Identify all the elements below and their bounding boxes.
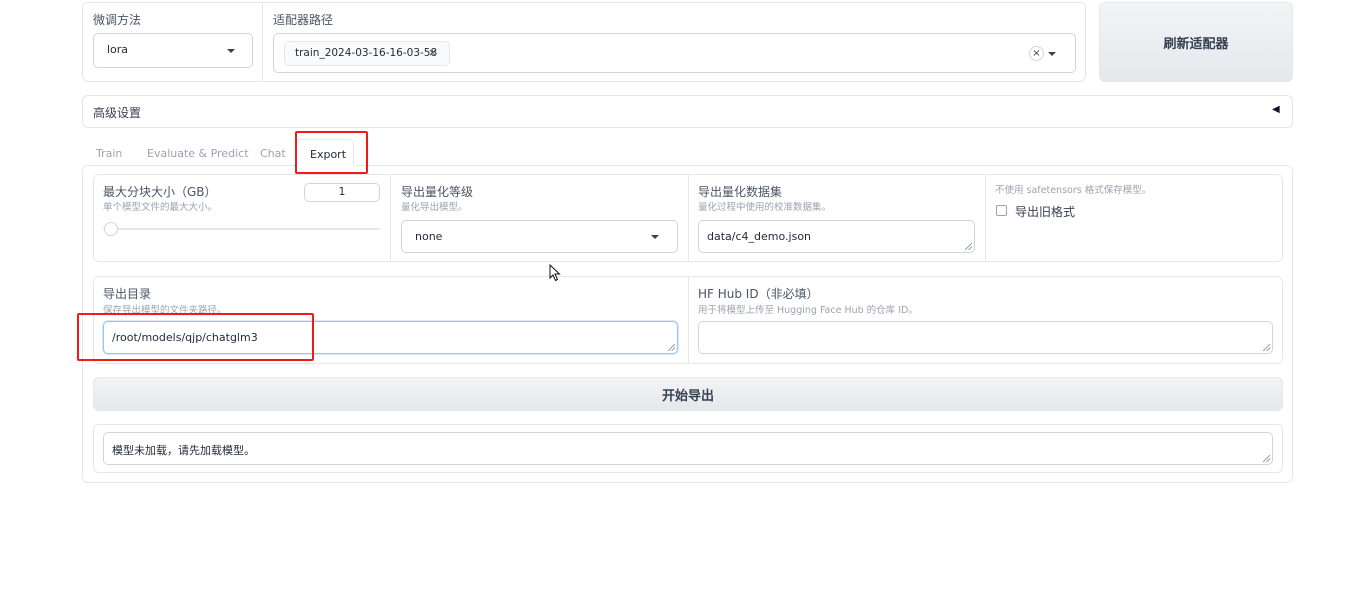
adapter-path-label: 适配器路径 [273,13,334,27]
info-output-value: 模型未加载，请先加载模型。 [112,444,255,457]
resize-handle-icon[interactable] [965,243,972,250]
tab-train[interactable]: Train [96,147,122,160]
max-shard-slider-track[interactable] [103,228,380,230]
quant-dataset-value: data/c4_demo.json [707,230,812,243]
quant-bit-description: 量化导出模型。 [401,202,468,213]
mouse-cursor-icon [549,264,561,282]
export-legacy-label[interactable]: 导出旧格式 [1015,203,1075,220]
max-shard-slider-handle[interactable] [104,222,118,236]
tab-chat[interactable]: Chat [260,147,286,160]
export-tab-highlight [295,131,368,174]
finetune-method-label: 微调方法 [93,13,142,27]
max-shard-label: 最大分块大小（GB） [103,185,217,199]
clear-icon[interactable]: × [1029,46,1044,61]
chevron-down-icon[interactable] [1048,52,1056,56]
chevron-down-icon [227,49,235,53]
quant-dataset-description: 量化过程中使用的校准数据集。 [698,202,832,213]
adapter-chip: train_2024-03-16-16-03-58 × [284,41,450,66]
finetune-method-value: lora [107,43,129,56]
chevron-down-icon [651,235,659,239]
hub-id-label: HF Hub ID（非必填） [698,287,819,301]
row1-divider-2 [688,175,689,261]
top-divider [262,3,263,81]
row2-divider [688,277,689,363]
row1-divider-1 [390,175,391,261]
hub-id-description: 用于将模型上传至 Hugging Face Hub 的仓库 ID。 [698,305,918,316]
export-legacy-description: 不使用 safetensors 格式保存模型。 [995,185,1152,196]
max-shard-number-input[interactable]: 1 [304,183,380,202]
quant-dataset-textarea[interactable]: data/c4_demo.json [698,220,975,253]
chip-remove-icon[interactable]: × [428,46,437,59]
advanced-settings-label: 高级设置 [93,106,142,120]
hub-id-textarea[interactable] [698,321,1273,354]
start-export-button[interactable]: 开始导出 [93,377,1283,411]
quant-bit-dropdown[interactable]: none [401,220,678,253]
collapse-arrow-icon[interactable]: ◀ [1272,104,1280,115]
resize-handle-icon[interactable] [668,344,675,351]
export-legacy-checkbox[interactable] [996,205,1007,216]
resize-handle-icon[interactable] [1263,344,1270,351]
max-shard-description: 单个模型文件的最大大小。 [103,202,218,213]
row1-divider-3 [985,175,986,261]
quant-bit-value: none [415,230,443,243]
refresh-adapter-button[interactable]: 刷新适配器 [1099,2,1293,82]
advanced-settings-accordion[interactable]: 高级设置 ◀ [82,95,1293,128]
info-output-textarea[interactable]: 模型未加载，请先加载模型。 [103,432,1273,465]
quant-bit-label: 导出量化等级 [401,185,474,199]
tab-evaluate-predict[interactable]: Evaluate & Predict [147,147,249,160]
finetune-method-dropdown[interactable]: lora [93,33,253,68]
resize-handle-icon[interactable] [1263,455,1270,462]
adapter-chip-label: train_2024-03-16-16-03-58 [295,47,438,59]
export-dir-highlight [77,313,314,361]
export-dir-label: 导出目录 [103,287,152,301]
adapter-path-multiselect[interactable]: train_2024-03-16-16-03-58 × × [273,33,1076,73]
quant-dataset-label: 导出量化数据集 [698,185,783,199]
max-shard-value: 1 [338,186,346,198]
